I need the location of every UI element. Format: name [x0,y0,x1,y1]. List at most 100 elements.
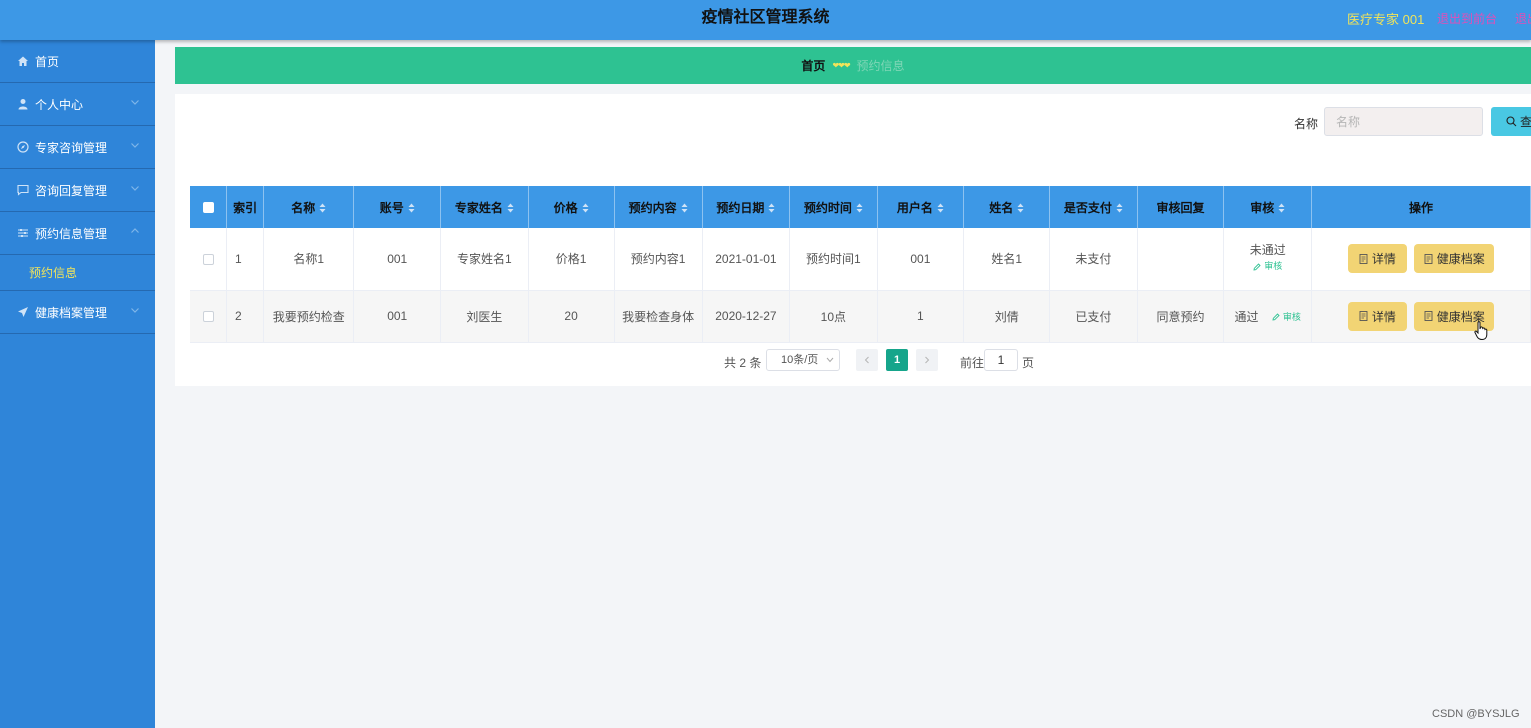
cell-index: 1 [226,228,265,291]
sort-icon[interactable] [937,203,944,213]
app-title: 疫情社区管理系统 [701,9,830,26]
sort-icon[interactable] [681,203,688,213]
sort-icon[interactable] [856,203,863,213]
prev-page-button[interactable] [856,349,878,371]
current-user-role: 医疗专家 001 [1347,12,1425,27]
chevron-right-icon [925,356,930,364]
cell-index: 2 [226,290,265,343]
cell-actions: 详情 健康档案 [1311,228,1531,291]
cell-reply: 同意预约 [1137,290,1225,343]
sidebar-item-consult-reply[interactable]: 咨询回复管理 [0,169,155,212]
chevron-down-icon [131,186,139,191]
chevron-down-icon [131,100,139,105]
column-header[interactable]: 预约日期 [702,186,791,228]
column-header[interactable]: 审核 [1223,186,1313,228]
cell-paid: 已支付 [1049,290,1138,343]
detail-button[interactable]: 详情 [1347,244,1407,274]
cell-audit: 未通过 审核 [1223,228,1313,291]
search-icon [1506,116,1517,127]
audit-link-label: 审核 [1282,312,1301,322]
column-header[interactable]: 名称 [263,186,355,228]
next-page-button[interactable] [916,349,938,371]
document-icon [1359,311,1368,321]
audit-status: 未通过 [1249,242,1286,257]
page-number-current[interactable]: 1 [886,349,908,371]
select-all-checkbox[interactable] [202,202,214,214]
sort-icon[interactable] [1017,203,1024,213]
pagination-total: 共 2 条 [724,356,762,370]
document-icon [1424,253,1433,264]
audit-status: 通过 [1234,309,1259,324]
cell-realname: 姓名1 [963,228,1051,291]
goto-label: 前往 [960,356,985,370]
edit-icon [1272,312,1280,321]
row-select-cell [190,228,227,291]
cell-content: 我要检查身体 [614,290,703,343]
chevron-down-icon [826,357,834,363]
sort-icon[interactable] [1278,203,1285,213]
cell-content: 预约内容1 [614,228,703,291]
sort-icon[interactable] [408,203,415,213]
cell-username: 001 [877,228,965,291]
sort-icon[interactable] [768,203,775,213]
search-input[interactable] [1324,107,1483,136]
back-to-front-link[interactable]: 退出到前台 [1437,10,1497,27]
row-checkbox[interactable] [202,254,214,266]
sliders-icon [17,227,29,239]
compass-icon [17,141,29,153]
hand-pointer-icon [1474,321,1488,341]
column-header[interactable]: 是否支付 [1049,186,1138,228]
search-button[interactable]: 查询 [1491,107,1531,136]
column-header[interactable]: 专家姓名 [440,186,529,228]
sidebar-item-label: 个人中心 [35,97,84,112]
column-header[interactable]: 预约时间 [789,186,878,228]
pagination: 共 2 条 10条/页 1 前往 页 [175,349,1531,371]
sidebar-item-label: 咨询回复管理 [35,183,108,198]
chevron-down-icon [131,308,139,313]
table-header-row: 索引 名称 账号 专家姓名 价格 预约内容 预约日期 预约时间 用户名 姓名 是… [190,186,1531,228]
column-header[interactable]: 账号 [353,186,442,228]
column-header[interactable]: 姓名 [963,186,1051,228]
detail-button[interactable]: 详情 [1347,301,1407,331]
goto-page-input[interactable] [984,349,1018,371]
sidebar-item-health-records[interactable]: 健康档案管理 [0,291,155,334]
sidebar-item-appointment-manage[interactable]: 预约信息管理 [0,212,155,255]
cell-time: 预约时间1 [789,228,878,291]
page-suffix: 页 [1022,356,1035,370]
sidebar-item-label: 首页 [35,54,60,69]
logout-link[interactable]: 退出登录 [1515,10,1531,27]
chevron-down-icon [131,143,139,148]
sidebar-item-label: 专家咨询管理 [35,140,108,155]
cell-price: 价格1 [528,228,615,291]
sidebar-subitem-appointment-info[interactable]: 预约信息 [0,255,155,291]
cell-expert: 刘医生 [440,290,529,343]
health-record-button[interactable]: 健康档案 [1414,244,1495,274]
sort-icon[interactable] [1116,203,1123,213]
document-icon [1424,311,1433,321]
column-header[interactable]: 预约内容 [614,186,703,228]
cell-actions: 详情 健康档案 [1311,290,1531,343]
cell-account: 001 [353,228,442,291]
chevron-up-icon [131,228,139,233]
column-header[interactable]: 价格 [528,186,615,228]
home-icon [17,55,29,67]
sidebar-item-profile[interactable]: 个人中心 [0,83,155,126]
column-header[interactable]: 用户名 [877,186,965,228]
column-header: 操作 [1311,186,1531,228]
sidebar-item-home[interactable]: 首页 [0,40,155,83]
appointment-table: 索引 名称 账号 专家姓名 价格 预约内容 预约日期 预约时间 用户名 姓名 是… [190,186,1531,343]
cell-account: 001 [353,290,442,343]
cell-audit: 通过 审核 [1223,290,1313,343]
sort-icon[interactable] [319,203,326,213]
page-size-select[interactable]: 10条/页 [766,349,840,371]
sort-icon[interactable] [582,203,589,213]
audit-link[interactable]: 审核 [1253,260,1282,273]
cell-reply [1137,228,1225,291]
table-row: 1 名称1 001 专家姓名1 价格1 预约内容1 2021-01-01 预约时… [190,228,1531,291]
audit-link[interactable]: 审核 [1272,310,1301,323]
breadcrumb-home[interactable]: 首页 [801,57,825,74]
document-icon [1359,253,1368,264]
row-checkbox[interactable] [202,311,214,323]
sidebar-item-expert-consult[interactable]: 专家咨询管理 [0,126,155,169]
sort-icon[interactable] [507,203,514,213]
